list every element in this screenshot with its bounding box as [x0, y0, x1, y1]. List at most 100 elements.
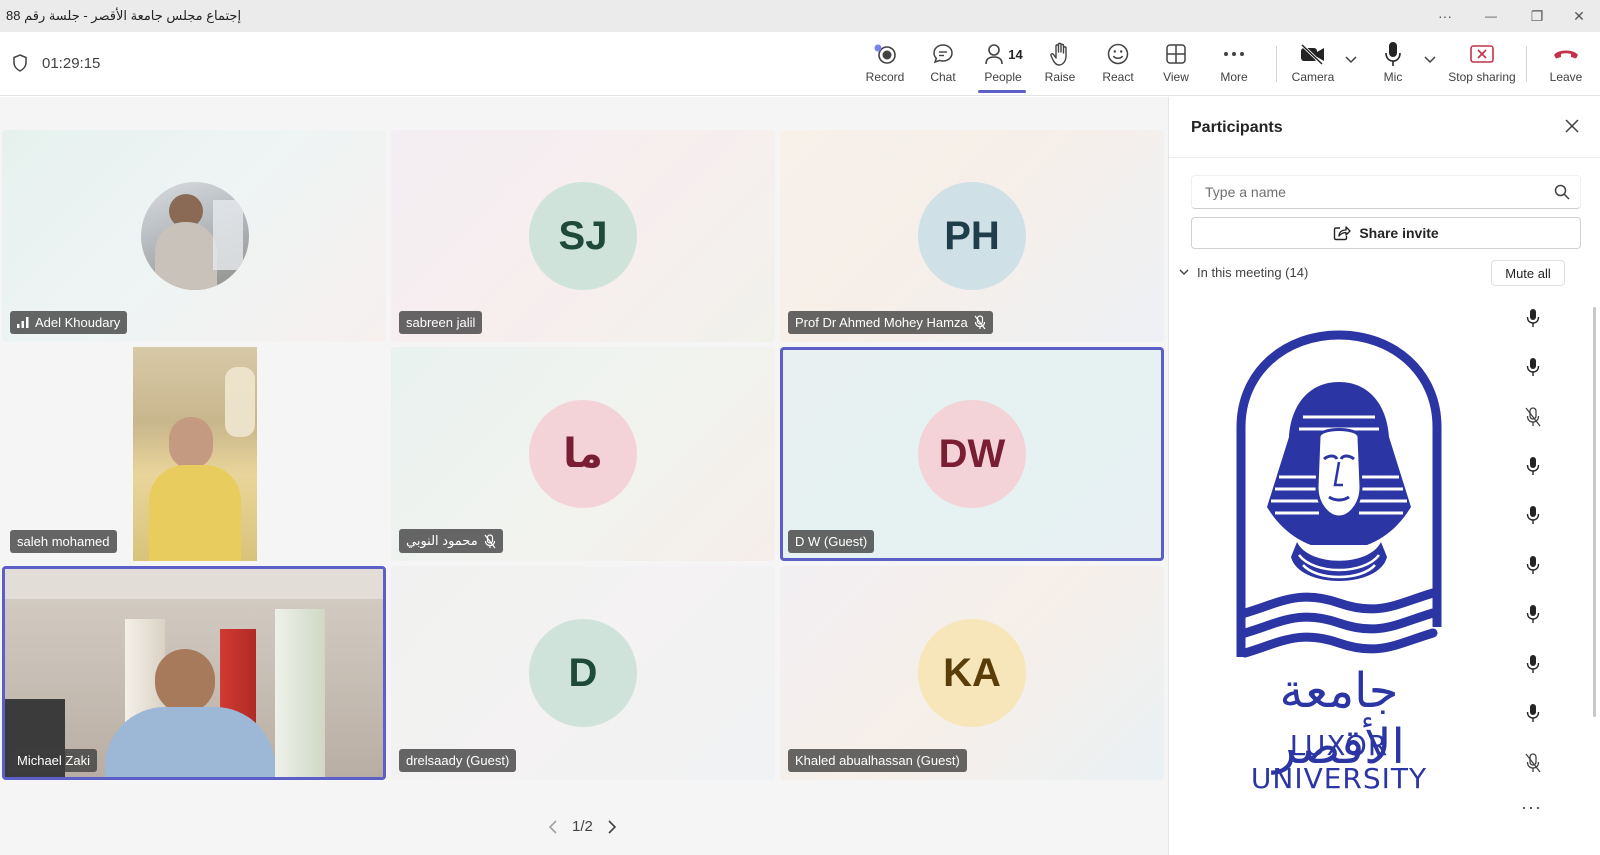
meeting-timer: 01:29:15 — [12, 54, 100, 72]
camera-off-icon — [1300, 43, 1324, 65]
hang-up-icon — [1554, 50, 1578, 59]
stop-sharing-button[interactable]: Stop sharing — [1446, 40, 1518, 90]
participant-initials-avatar: PH — [918, 182, 1026, 290]
smiley-icon — [1107, 43, 1129, 65]
participant-initials-avatar: D — [529, 619, 637, 727]
window-title: إجتماع مجلس جامعة الأقصر - جلسة رقم 88 — [6, 8, 242, 23]
participant-mic-on-icon — [1521, 306, 1545, 330]
leave-button[interactable]: Leave — [1537, 40, 1595, 90]
participants-panel: Participants Share invite In this meetin… — [1168, 97, 1600, 855]
camera-button[interactable]: Camera — [1284, 40, 1342, 90]
chat-icon — [933, 44, 953, 64]
mute-all-button[interactable]: Mute all — [1491, 260, 1565, 286]
people-count: 14 — [1008, 46, 1023, 62]
participant-name-tag: Adel Khoudary — [10, 311, 128, 334]
share-invite-button[interactable]: Share invite — [1191, 217, 1581, 249]
participant-video-feed — [133, 347, 257, 561]
participant-search — [1191, 175, 1581, 209]
participant-initials-avatar: DW — [918, 400, 1026, 508]
chevron-down-icon — [1179, 269, 1189, 275]
participant-tile[interactable]: DW D W (Guest) — [780, 347, 1164, 561]
grid-icon — [1166, 44, 1186, 64]
participant-tile[interactable]: PH Prof Dr Ahmed Mohey Hamza — [780, 130, 1164, 342]
toolbar-separator — [1276, 46, 1277, 82]
participant-mic-on-icon — [1521, 553, 1545, 577]
window-more-button[interactable]: ··· — [1422, 0, 1468, 32]
restore-button[interactable]: ❐ — [1514, 0, 1560, 32]
participant-tile[interactable]: KA Khaled abualhassan (Guest) — [780, 566, 1164, 780]
participant-name-tag: محمود النوبي — [399, 529, 503, 553]
people-icon — [985, 44, 1004, 65]
close-window-button[interactable]: ✕ — [1556, 0, 1600, 32]
participant-tile[interactable]: Michael Zaki — [2, 566, 386, 780]
hand-icon — [1050, 42, 1067, 66]
minimize-button[interactable]: — — [1468, 0, 1514, 32]
chat-button[interactable]: Chat — [914, 40, 972, 90]
view-button[interactable]: View — [1147, 40, 1205, 90]
participant-mic-on-icon — [1521, 503, 1545, 527]
timer-text: 01:29:15 — [42, 54, 101, 72]
participant-mic-muted-icon — [1521, 751, 1545, 775]
toolbar-separator — [1526, 46, 1527, 82]
mic-button[interactable]: Mic — [1364, 40, 1422, 90]
participant-name-tag: Khaled abualhassan (Guest) — [788, 749, 967, 772]
share-icon — [1334, 226, 1351, 241]
panel-divider — [1169, 157, 1600, 158]
mic-muted-icon — [484, 533, 496, 548]
shield-icon — [13, 54, 27, 72]
participants-more-icon[interactable]: ··· — [1521, 797, 1542, 818]
gallery-pager: 1/2 — [548, 818, 617, 835]
participant-name-tag: Prof Dr Ahmed Mohey Hamza — [788, 311, 993, 334]
search-input[interactable] — [1192, 176, 1532, 208]
logo-english-text: LUXOR UNIVERSITY — [1250, 729, 1428, 795]
chevron-right-icon[interactable] — [607, 819, 617, 834]
meeting-toolbar: 01:29:15 Record Chat 14 People Raise Rea… — [0, 32, 1600, 96]
people-active-indicator — [978, 90, 1026, 93]
participant-name-tag: sabreen jalil — [399, 311, 483, 334]
chevron-left-icon[interactable] — [548, 819, 558, 834]
participant-tile[interactable]: D drelsaady (Guest) — [391, 566, 775, 780]
mic-icon — [1385, 42, 1401, 66]
video-stage: Adel Khoudary SJ sabreen jalil PH Prof D… — [0, 97, 1168, 855]
raise-hand-button[interactable]: Raise — [1031, 40, 1089, 90]
participant-mic-on-icon — [1521, 355, 1545, 379]
participant-name-tag: saleh mohamed — [10, 530, 117, 553]
participant-initials-avatar: KA — [918, 619, 1026, 727]
camera-options-chevron-icon[interactable] — [1345, 56, 1357, 64]
participant-tile[interactable]: saleh mohamed — [2, 347, 386, 561]
participant-mic-on-icon — [1521, 602, 1545, 626]
signal-bars-icon — [17, 317, 29, 328]
record-button[interactable]: Record — [856, 40, 914, 90]
stop-share-icon — [1470, 45, 1494, 63]
react-button[interactable]: React — [1089, 40, 1147, 90]
participant-initials-avatar: SJ — [529, 182, 637, 290]
participant-name-tag: D W (Guest) — [788, 530, 875, 553]
page-indicator: 1/2 — [572, 818, 593, 835]
mic-options-chevron-icon[interactable] — [1424, 56, 1436, 64]
luxor-university-logo: جامعة الأقصر LUXOR UNIVERSITY — [1219, 327, 1459, 795]
participant-photo-avatar — [141, 182, 249, 290]
more-button[interactable]: More — [1205, 40, 1263, 90]
mic-muted-icon — [974, 315, 986, 330]
participant-name-tag: Michael Zaki — [10, 749, 97, 772]
window-titlebar: إجتماع مجلس جامعة الأقصر - جلسة رقم 88 ·… — [0, 0, 1600, 32]
pharaoh-emblem-icon — [1236, 330, 1442, 658]
panel-scrollbar[interactable] — [1593, 307, 1596, 717]
participant-mic-muted-icon — [1521, 405, 1545, 429]
participant-video-feed — [5, 569, 383, 777]
more-dots-icon — [1224, 52, 1244, 56]
participant-tile[interactable]: Adel Khoudary — [2, 130, 386, 342]
participant-name-tag: drelsaady (Guest) — [399, 749, 517, 772]
people-button[interactable]: 14 People — [972, 40, 1034, 90]
participant-tile[interactable]: ما محمود النوبي — [391, 347, 775, 561]
participant-mic-on-icon — [1521, 701, 1545, 725]
panel-title: Participants — [1191, 119, 1283, 136]
participant-initials-avatar: ما — [529, 400, 637, 508]
participant-mic-on-icon — [1521, 454, 1545, 478]
participant-tile[interactable]: SJ sabreen jalil — [391, 130, 775, 342]
in-meeting-section-header[interactable]: In this meeting (14) — [1179, 265, 1308, 280]
record-icon — [874, 44, 896, 64]
close-icon[interactable] — [1565, 119, 1579, 133]
search-icon[interactable] — [1554, 184, 1570, 200]
participant-mic-on-icon — [1521, 652, 1545, 676]
